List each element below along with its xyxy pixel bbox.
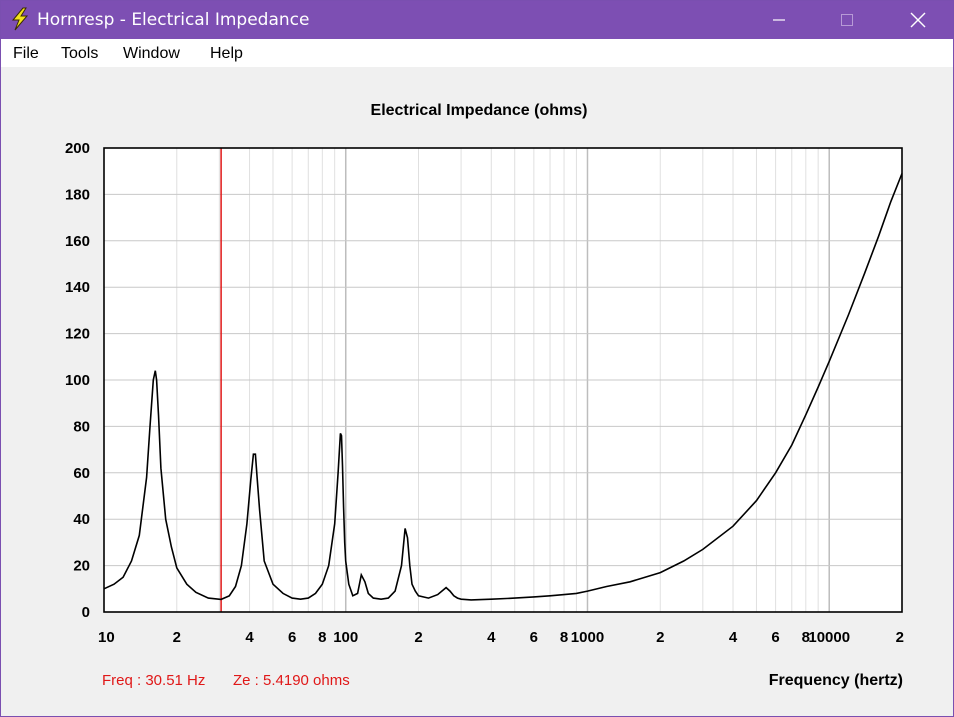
y-tick-label: 80 bbox=[73, 418, 90, 435]
app-window: Hornresp - Electrical Impedance File Too… bbox=[0, 0, 954, 717]
x-tick-label: 2 bbox=[414, 629, 422, 646]
window-title: Hornresp - Electrical Impedance bbox=[37, 10, 310, 30]
y-tick-label: 60 bbox=[73, 465, 90, 482]
freq-readout: Freq : 30.51 Hz bbox=[102, 672, 205, 689]
x-tick-label: 6 bbox=[288, 629, 296, 646]
x-tick-label: 4 bbox=[487, 629, 496, 646]
x-tick-label: 2 bbox=[173, 629, 181, 646]
ze-readout: Ze : 5.4190 ohms bbox=[233, 672, 350, 689]
minimize-button[interactable] bbox=[756, 1, 802, 39]
chart-title: Electrical Impedance (ohms) bbox=[371, 102, 588, 119]
close-icon bbox=[910, 12, 926, 28]
x-tick-label: 2 bbox=[896, 629, 904, 646]
x-tick-label: 6 bbox=[771, 629, 779, 646]
x-tick-label: 4 bbox=[729, 629, 738, 646]
menu-file[interactable]: File bbox=[13, 45, 39, 63]
x-tick-label: 4 bbox=[245, 629, 254, 646]
title-bar[interactable]: Hornresp - Electrical Impedance bbox=[1, 1, 953, 39]
impedance-chart[interactable]: Electrical Impedance (ohms) 020406080100… bbox=[1, 67, 953, 716]
x-tick-label: 10000 bbox=[808, 629, 850, 646]
menu-tools[interactable]: Tools bbox=[61, 45, 98, 63]
y-tick-label: 200 bbox=[65, 140, 90, 157]
x-tick-label: 1000 bbox=[571, 629, 604, 646]
minimize-icon bbox=[773, 19, 785, 21]
x-axis-label: Frequency (hertz) bbox=[769, 672, 903, 689]
x-tick-label: 10 bbox=[98, 629, 115, 646]
x-axis-ticks: 10 2 4 6 8 100 2 4 6 8 1000 2 4 6 810000 2 bbox=[98, 629, 904, 646]
y-tick-label: 120 bbox=[65, 326, 90, 343]
y-tick-label: 140 bbox=[65, 279, 90, 296]
lightning-bolt-icon bbox=[11, 7, 29, 31]
maximize-icon bbox=[841, 14, 853, 26]
x-tick-label: 8 bbox=[318, 629, 326, 646]
y-tick-label: 40 bbox=[73, 511, 90, 528]
x-tick-label: 100 bbox=[333, 629, 358, 646]
y-tick-label: 20 bbox=[73, 558, 90, 575]
menu-bar: File Tools Window Help bbox=[1, 39, 953, 67]
x-tick-label: 6 bbox=[530, 629, 538, 646]
menu-help[interactable]: Help bbox=[210, 45, 243, 63]
menu-window[interactable]: Window bbox=[123, 45, 180, 63]
x-tick-label: 2 bbox=[656, 629, 664, 646]
y-axis-ticks: 0 20 40 60 80 100 120 140 160 180 200 bbox=[65, 140, 90, 621]
y-tick-label: 160 bbox=[65, 233, 90, 250]
y-tick-label: 100 bbox=[65, 372, 90, 389]
close-button[interactable] bbox=[894, 1, 940, 39]
y-tick-label: 180 bbox=[65, 186, 90, 203]
chart-area: Electrical Impedance (ohms) 0 20 40 60 80 100… bbox=[1, 67, 953, 716]
maximize-button[interactable] bbox=[824, 1, 870, 39]
y-tick-label: 0 bbox=[82, 604, 90, 621]
x-tick-label: 8 bbox=[560, 629, 568, 646]
